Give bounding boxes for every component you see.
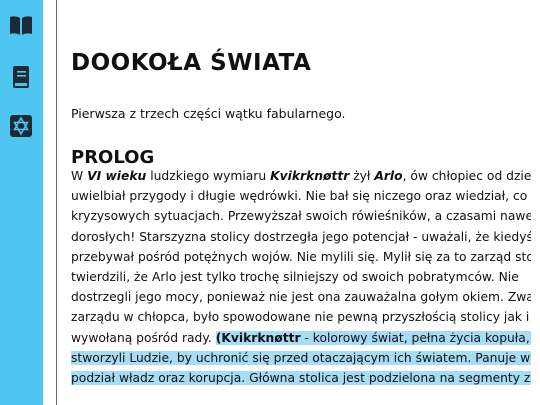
highlighted-note: (Kvikrknøttr - kolorowy świat, pełna życ… bbox=[215, 330, 531, 345]
era-emphasis: VI wieku bbox=[87, 169, 147, 183]
page-title: DOOKOŁA ŚWIATA bbox=[71, 50, 312, 76]
body-line-highlighted: stworzyli Ludzie, by uchronić się przed … bbox=[71, 348, 531, 368]
body-line: zarządu w chłopca, było spowodowane nie … bbox=[71, 310, 531, 325]
sidebar-item-book[interactable] bbox=[7, 63, 35, 91]
body-line-highlighted: podział władz oraz korupcja. Główna stol… bbox=[71, 368, 531, 388]
book-icon bbox=[13, 66, 29, 88]
sidebar-item-star-of-david[interactable] bbox=[7, 112, 35, 140]
highlighted-note: podział władz oraz korupcja. Główna stol… bbox=[71, 370, 531, 385]
world-name-emphasis: Kvikrknøttr bbox=[221, 330, 301, 345]
sidebar bbox=[0, 0, 43, 405]
hero-name-emphasis: Arlo bbox=[374, 169, 403, 183]
article-body: W VI wieku ludzkiego wymiaru Kvikrknøttr… bbox=[71, 166, 531, 388]
body-line: wywołaną pośród rady. (Kvikrknøttr - kol… bbox=[71, 328, 531, 348]
highlighted-note: stworzyli Ludzie, by uchronić się przed … bbox=[71, 350, 531, 365]
sidebar-item-open-book[interactable] bbox=[7, 12, 35, 40]
text-span: , ów chłopiec od dzieciaka bbox=[402, 169, 531, 183]
body-line: dostrzegli jego mocy, ponieważ nie jest … bbox=[71, 290, 531, 305]
body-line: W VI wieku ludzkiego wymiaru Kvikrknøttr… bbox=[71, 166, 531, 186]
text-span: ludzkiego wymiaru bbox=[146, 169, 271, 183]
page-subtitle: Pierwsza z trzech części wątku fabularne… bbox=[71, 106, 346, 121]
open-book-icon bbox=[10, 16, 32, 35]
article: DOOKOŁA ŚWIATA Pierwsza z trzech części … bbox=[71, 0, 531, 405]
body-line: dorosłych! Starszyzna stolicy dostrzegła… bbox=[71, 229, 531, 244]
body-line: twierdzili, że Arlo jest tylko trochę si… bbox=[71, 269, 519, 284]
text-span: - kolorowy świat, pełna życia kopuła, kt… bbox=[304, 330, 531, 345]
text-span: wywołaną pośród rady. bbox=[71, 330, 216, 345]
body-line: kryzysowych sytuacjach. Przewyższał swoi… bbox=[71, 209, 531, 224]
world-name-emphasis: Kvikrknøttr bbox=[270, 169, 350, 183]
sidebar-divider bbox=[56, 0, 57, 405]
text-span: żył bbox=[349, 169, 375, 183]
star-of-david-icon bbox=[10, 115, 32, 137]
text-span: W bbox=[71, 169, 88, 183]
body-line: uwielbiał przygody i długie wędrówki. Ni… bbox=[71, 189, 531, 204]
body-line: przebywał pośród potężnych wojów. Nie my… bbox=[71, 249, 531, 264]
section-title: PROLOG bbox=[71, 147, 155, 168]
